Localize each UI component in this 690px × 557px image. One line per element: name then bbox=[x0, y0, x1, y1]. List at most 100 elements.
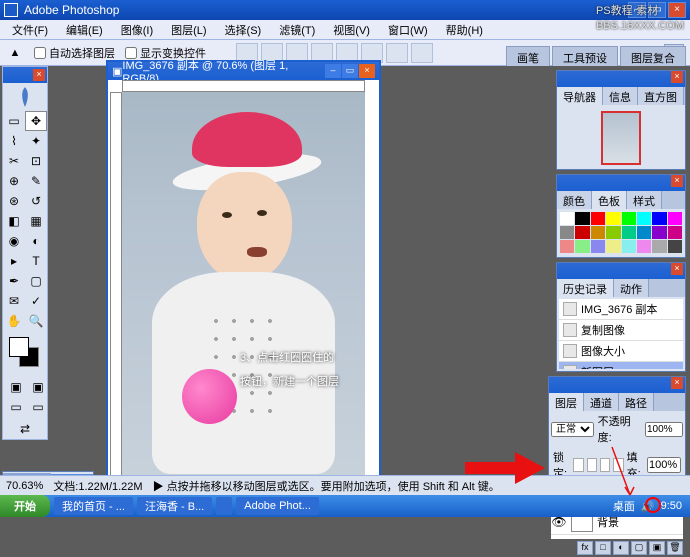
blur-tool[interactable]: ◉ bbox=[3, 231, 25, 251]
swatch[interactable] bbox=[560, 212, 574, 225]
screen-mode[interactable]: ▭ bbox=[5, 397, 27, 417]
swatch[interactable] bbox=[591, 226, 605, 239]
brush-tool[interactable]: ✎ bbox=[25, 171, 47, 191]
swatch[interactable] bbox=[622, 240, 636, 253]
slice-tool[interactable]: ⊡ bbox=[25, 151, 47, 171]
tab-history[interactable]: 历史记录 bbox=[557, 279, 614, 297]
canvas[interactable] bbox=[122, 92, 365, 484]
tab-styles[interactable]: 样式 bbox=[627, 191, 662, 209]
align-icon[interactable] bbox=[386, 43, 408, 63]
new-layer-button[interactable]: ▣ bbox=[649, 541, 665, 555]
auto-select-checkbox[interactable]: 自动选择图层 bbox=[34, 45, 115, 61]
doc-minimize[interactable]: – bbox=[325, 64, 341, 78]
layer-adjust-button[interactable]: ◐ bbox=[613, 541, 629, 555]
swatch[interactable] bbox=[560, 226, 574, 239]
swatch[interactable] bbox=[591, 240, 605, 253]
dodge-tool[interactable]: ◐ bbox=[25, 231, 47, 251]
doc-close[interactable]: × bbox=[359, 64, 375, 78]
opacity-input[interactable] bbox=[645, 422, 683, 437]
foreground-color[interactable] bbox=[9, 337, 29, 357]
history-brush-tool[interactable]: ↺ bbox=[25, 191, 47, 211]
wand-tool[interactable]: ✦ bbox=[25, 131, 47, 151]
standard-mode[interactable]: ▣ bbox=[5, 377, 27, 397]
swatch[interactable] bbox=[622, 212, 636, 225]
lock-pixels-icon[interactable] bbox=[587, 458, 597, 472]
marquee-tool[interactable]: ▭ bbox=[3, 111, 25, 131]
swatch[interactable] bbox=[560, 240, 574, 253]
path-tool[interactable]: ▸ bbox=[3, 251, 25, 271]
color-swatches[interactable] bbox=[7, 335, 43, 371]
swatch[interactable] bbox=[591, 212, 605, 225]
menu-window[interactable]: 窗口(W) bbox=[380, 20, 436, 40]
fill-input[interactable] bbox=[647, 457, 681, 473]
tab-swatches[interactable]: 色板 bbox=[592, 191, 627, 209]
layer-fx-button[interactable]: fx bbox=[577, 541, 593, 555]
toolbox-close[interactable]: × bbox=[33, 69, 45, 81]
delete-layer-button[interactable]: 🗑 bbox=[667, 541, 683, 555]
taskbar-item[interactable]: Adobe Phot... bbox=[236, 497, 319, 515]
swatch[interactable] bbox=[652, 226, 666, 239]
swatch[interactable] bbox=[652, 240, 666, 253]
layer-mask-button[interactable]: □ bbox=[595, 541, 611, 555]
menu-help[interactable]: 帮助(H) bbox=[438, 20, 491, 40]
tab-histogram[interactable]: 直方图 bbox=[638, 87, 684, 105]
swatch[interactable] bbox=[606, 226, 620, 239]
blend-mode-select[interactable]: 正常 bbox=[551, 422, 594, 437]
panel-close[interactable]: × bbox=[671, 71, 683, 83]
tab-paths[interactable]: 路径 bbox=[619, 393, 654, 411]
history-item[interactable]: 新图层 bbox=[559, 362, 683, 369]
screen-mode[interactable]: ▭ bbox=[27, 397, 49, 417]
lasso-tool[interactable]: ⌇ bbox=[3, 131, 25, 151]
swatch[interactable] bbox=[575, 212, 589, 225]
shape-tool[interactable]: ▢ bbox=[25, 271, 47, 291]
tab-layers[interactable]: 图层 bbox=[549, 393, 584, 411]
tab-info[interactable]: 信息 bbox=[603, 87, 638, 105]
quickmask-mode[interactable]: ▣ bbox=[27, 377, 49, 397]
swatch[interactable] bbox=[652, 212, 666, 225]
heal-tool[interactable]: ⊕ bbox=[3, 171, 25, 191]
tab-actions[interactable]: 动作 bbox=[614, 279, 649, 297]
menu-layer[interactable]: 图层(L) bbox=[163, 20, 214, 40]
menu-edit[interactable]: 编辑(E) bbox=[58, 20, 111, 40]
eraser-tool[interactable]: ◧ bbox=[3, 211, 25, 231]
taskbar-item[interactable] bbox=[216, 497, 232, 515]
panel-close[interactable]: × bbox=[671, 263, 683, 275]
history-item[interactable]: IMG_3676 副本 bbox=[559, 299, 683, 320]
hand-tool[interactable]: ✋ bbox=[3, 311, 25, 331]
type-tool[interactable]: T bbox=[25, 251, 47, 271]
stamp-tool[interactable]: ⊛ bbox=[3, 191, 25, 211]
panel-close[interactable]: × bbox=[671, 377, 683, 389]
menu-image[interactable]: 图像(I) bbox=[113, 20, 161, 40]
history-item[interactable]: 图像大小 bbox=[559, 341, 683, 362]
menu-select[interactable]: 选择(S) bbox=[217, 20, 270, 40]
history-item[interactable]: 复制图像 bbox=[559, 320, 683, 341]
pen-tool[interactable]: ✒ bbox=[3, 271, 25, 291]
tab-color[interactable]: 颜色 bbox=[557, 191, 592, 209]
eyedropper-tool[interactable]: ✓ bbox=[25, 291, 47, 311]
swatch[interactable] bbox=[606, 212, 620, 225]
doc-maximize[interactable]: ▭ bbox=[342, 64, 358, 78]
swatch[interactable] bbox=[575, 226, 589, 239]
layer-folder-button[interactable]: ▢ bbox=[631, 541, 647, 555]
crop-tool[interactable]: ✂ bbox=[3, 151, 25, 171]
menu-file[interactable]: 文件(F) bbox=[4, 20, 56, 40]
notes-tool[interactable]: ✉ bbox=[3, 291, 25, 311]
start-button[interactable]: 开始 bbox=[0, 495, 50, 517]
swatch[interactable] bbox=[668, 226, 682, 239]
swatch[interactable] bbox=[622, 226, 636, 239]
tab-channels[interactable]: 通道 bbox=[584, 393, 619, 411]
swatch[interactable] bbox=[637, 212, 651, 225]
move-tool-icon[interactable]: ▲ bbox=[6, 44, 24, 62]
navigator-thumbnail[interactable] bbox=[601, 111, 641, 165]
zoom-tool[interactable]: 🔍 bbox=[25, 311, 47, 331]
taskbar-item[interactable]: 我的首页 - ... bbox=[54, 497, 133, 515]
menu-filter[interactable]: 滤镜(T) bbox=[271, 20, 323, 40]
tab-navigator[interactable]: 导航器 bbox=[557, 87, 603, 105]
swatch[interactable] bbox=[668, 212, 682, 225]
imageready-icon[interactable]: ⇄ bbox=[3, 419, 47, 439]
gradient-tool[interactable]: ▦ bbox=[25, 211, 47, 231]
panel-close[interactable]: × bbox=[671, 175, 683, 187]
swatch[interactable] bbox=[575, 240, 589, 253]
lock-transparency-icon[interactable] bbox=[573, 458, 583, 472]
swatch[interactable] bbox=[668, 240, 682, 253]
